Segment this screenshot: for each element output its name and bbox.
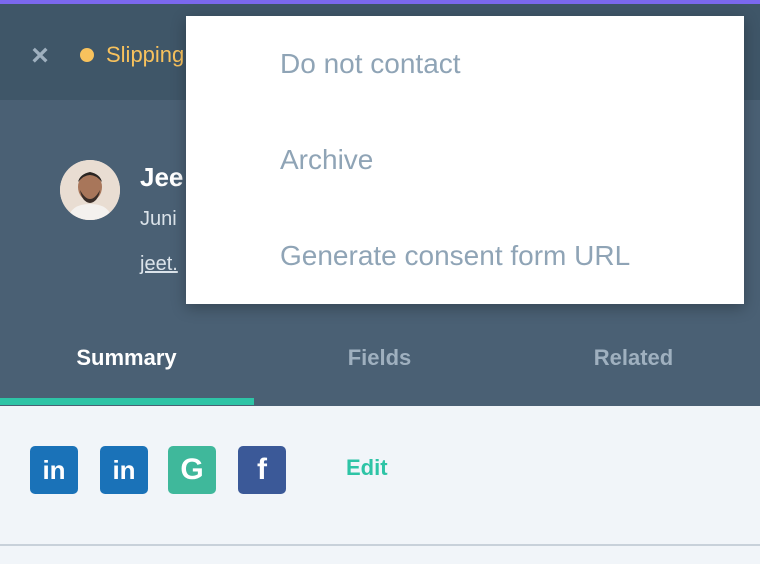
status-indicator[interactable]: Slipping [80, 42, 184, 68]
google-icon[interactable]: G [168, 446, 216, 494]
tab-fields[interactable]: Fields [253, 316, 506, 406]
actions-dropdown-menu: Do not contact Archive Generate consent … [186, 16, 744, 304]
status-label: Slipping [106, 42, 185, 67]
avatar [60, 160, 120, 220]
status-dot-icon [80, 48, 94, 62]
avatar-image [60, 160, 120, 220]
section-divider [0, 544, 760, 546]
menu-item-generate-consent-url[interactable]: Generate consent form URL [280, 240, 630, 272]
edit-social-link[interactable]: Edit [346, 455, 388, 481]
menu-item-do-not-contact[interactable]: Do not contact [280, 48, 461, 80]
contact-role: Juni [140, 208, 177, 230]
active-tab-indicator [0, 398, 254, 405]
summary-content: in in G f Edit [0, 406, 760, 564]
close-icon[interactable]: × [26, 41, 54, 71]
contact-name: Jee [140, 162, 184, 192]
linkedin-icon[interactable]: in [100, 446, 148, 494]
linkedin-icon[interactable]: in [30, 446, 78, 494]
menu-item-archive[interactable]: Archive [280, 144, 373, 176]
tab-bar: Summary Fields Related [0, 316, 760, 406]
tab-related[interactable]: Related [507, 316, 760, 406]
contact-email-link[interactable]: jeet. [140, 253, 178, 276]
tab-summary[interactable]: Summary [0, 316, 253, 406]
facebook-icon[interactable]: f [238, 446, 286, 494]
